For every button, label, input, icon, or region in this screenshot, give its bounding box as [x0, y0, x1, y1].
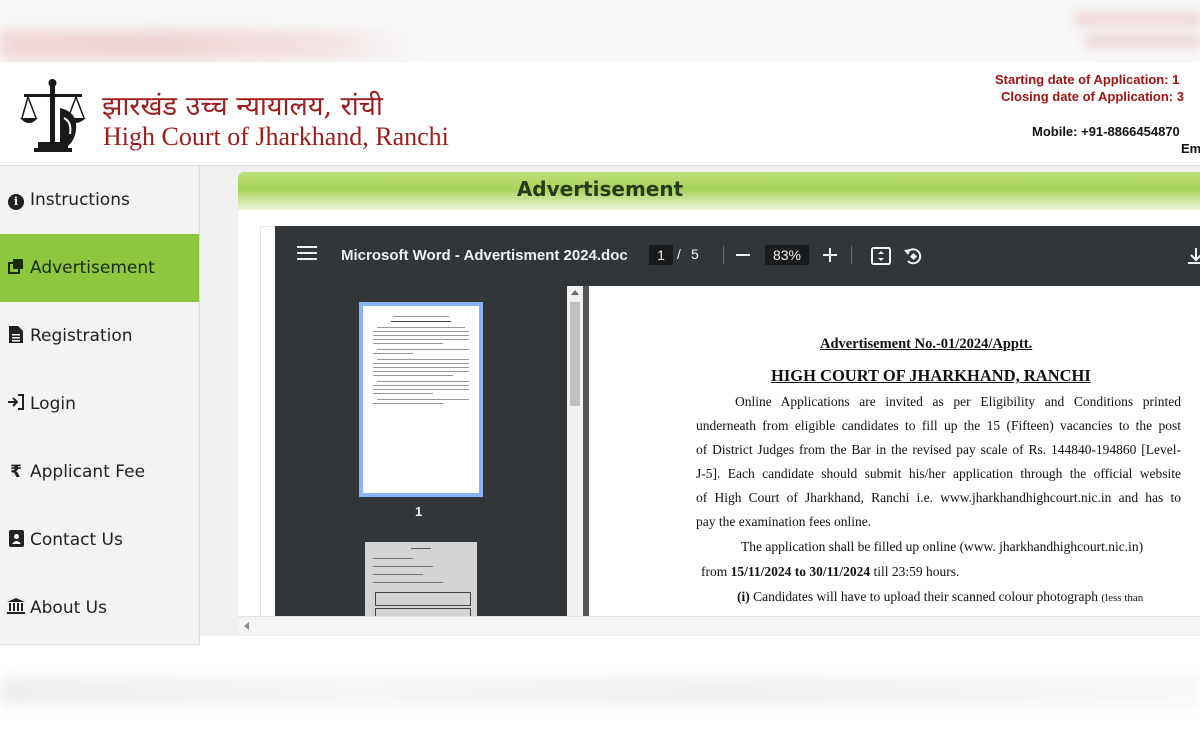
- blurred-bottom-strip: [0, 676, 1200, 706]
- paragraph-line: from 15/11/2024 to 30/11/2024 till 23:59…: [701, 564, 960, 579]
- scrollbar-thumb[interactable]: [570, 302, 580, 406]
- court-name-heading: HIGH COURT OF JHARKHAND, RANCHI: [771, 366, 1091, 385]
- plus-icon: [823, 248, 837, 262]
- toolbar-divider: [851, 246, 852, 264]
- download-icon[interactable]: [1185, 245, 1200, 267]
- scales-of-justice-logo-icon[interactable]: [20, 78, 86, 152]
- bank-icon: [6, 598, 26, 618]
- sidebar-item-label: Registration: [30, 326, 133, 346]
- zoom-out-button[interactable]: [730, 242, 756, 268]
- sidebar-item-label: About Us: [30, 598, 107, 618]
- copy-icon: [6, 258, 26, 278]
- paragraph-line: of High Court of Jharkhand, Ranchi i.e. …: [696, 490, 1181, 505]
- sign-in-icon: [6, 394, 26, 414]
- site-title-english: High Court of Jharkhand, Ranchi: [103, 122, 449, 151]
- minus-icon: [736, 254, 750, 256]
- thumbnail-page-number: 1: [415, 504, 423, 519]
- page-thumbnail-2[interactable]: [365, 542, 477, 616]
- sidebar-item-about-us[interactable]: About Us: [0, 574, 199, 642]
- scroll-left-arrow-icon[interactable]: [244, 622, 249, 630]
- site-header: झारखंड उच्च न्यायालय, रांची High Court o…: [0, 62, 1200, 166]
- paragraph-line: The application shall be filled up onlin…: [741, 539, 1144, 554]
- sidebar-item-applicant-fee[interactable]: ₹ Applicant Fee: [0, 438, 199, 506]
- blurred-top-banner: [0, 0, 1200, 62]
- horizontal-scrollbar[interactable]: [238, 616, 1200, 634]
- pdf-document-title: Microsoft Word - Advertisment 2024.doc: [341, 247, 628, 264]
- rupee-icon: ₹: [10, 462, 22, 482]
- advertisement-number: Advertisement No.-01/2024/Apptt.: [820, 336, 1033, 352]
- mobile-contact: Mobile: +91-8866454870: [1032, 124, 1180, 139]
- closing-date-label: Closing date of Application: 3: [1001, 89, 1184, 104]
- zoom-level-input[interactable]: 83%: [765, 245, 809, 265]
- file-icon: [6, 325, 26, 347]
- sidebar-item-contact-us[interactable]: Contact Us: [0, 506, 199, 574]
- blurred-text: [1075, 12, 1200, 26]
- sidebar-item-label: Advertisement: [30, 258, 155, 278]
- thumbnail-scrollbar[interactable]: [567, 286, 583, 616]
- email-contact: Em: [1181, 141, 1200, 156]
- sidebar-item-registration[interactable]: Registration: [0, 302, 199, 370]
- pdf-viewer[interactable]: Microsoft Word - Advertisment 2024.doc 1…: [275, 226, 1200, 616]
- total-pages: 5: [691, 246, 699, 262]
- page-separator: /: [677, 246, 681, 262]
- blurred-heading: [0, 30, 410, 60]
- paragraph-line: (i) Candidates will have to upload their…: [737, 589, 1144, 604]
- paragraph-line: underneath from eligible candidates to f…: [696, 418, 1181, 433]
- thumbnail-pane: 1: [275, 286, 567, 616]
- sidebar-nav: i Instructions Advertisement Registratio…: [0, 166, 200, 645]
- contact-card-icon: [6, 529, 26, 551]
- rotate-icon[interactable]: [902, 245, 924, 267]
- section-title: Advertisement: [516, 177, 684, 201]
- menu-icon[interactable]: [297, 246, 317, 264]
- starting-date-label: Starting date of Application: 1: [995, 72, 1180, 87]
- sidebar-item-label: Applicant Fee: [30, 462, 146, 482]
- sidebar-item-login[interactable]: Login: [0, 370, 199, 438]
- paragraph-line: Online Applications are invited as per E…: [735, 394, 1181, 409]
- section-header-bar: Advertisement: [238, 172, 1200, 210]
- sidebar-item-label: Contact Us: [30, 530, 123, 550]
- fit-to-page-icon[interactable]: [870, 245, 892, 267]
- pdf-toolbar: Microsoft Word - Advertisment 2024.doc 1…: [275, 226, 1200, 286]
- sidebar-item-label: Login: [30, 394, 76, 414]
- paragraph-line: pay the examination fees online.: [696, 514, 872, 529]
- zoom-in-button[interactable]: [817, 242, 843, 268]
- scroll-up-arrow-icon[interactable]: [571, 290, 579, 295]
- toolbar-divider: [723, 246, 724, 264]
- site-title-hindi: झारखंड उच्च न्यायालय, रांची: [102, 91, 383, 122]
- paragraph-line: J-5]. Each candidate should submit his/h…: [696, 466, 1181, 481]
- application-dates: 15/11/2024 to 30/11/2024: [730, 564, 871, 579]
- paragraph-line: of District Judges from the Bar in the r…: [696, 442, 1181, 457]
- page-thumbnail-1[interactable]: [359, 302, 483, 497]
- sidebar-item-advertisement[interactable]: Advertisement: [0, 234, 199, 302]
- pdf-page: Advertisement No.-01/2024/Apptt. HIGH CO…: [589, 286, 1200, 616]
- page-number-input[interactable]: 1: [649, 245, 673, 265]
- blurred-text: [1085, 34, 1200, 48]
